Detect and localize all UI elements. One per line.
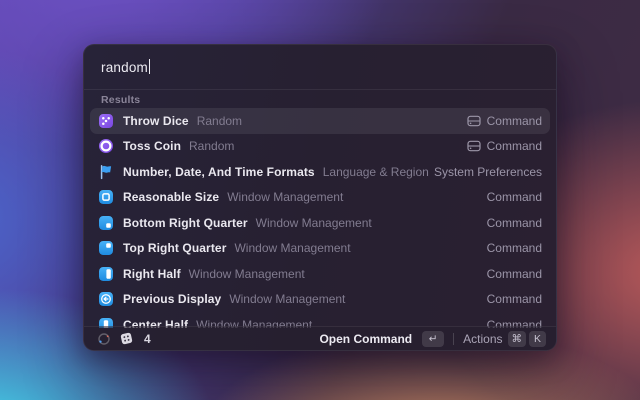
coin-icon [98,138,114,154]
result-row[interactable]: Toss Coin Random Command [90,134,550,160]
search-value: random [101,60,148,75]
dice-icon [98,113,114,129]
result-row[interactable]: Top Right Quarter Window Management Comman… [90,236,550,262]
result-type-label: Command [486,241,542,256]
result-type-label: Command [486,190,542,205]
result-title: Top Right Quarter [123,241,227,256]
window-reasonable-size-icon [98,189,114,205]
result-row[interactable]: Number, Date, And Time Formats Language &… [90,159,550,185]
drive-icon [467,139,481,153]
return-key-badge: ↵ [422,330,445,347]
k-key-badge: K [529,330,546,347]
actions-button[interactable]: Actions [463,332,502,346]
result-type-label: Command [486,215,542,230]
result-row[interactable]: Throw Dice Random Command [90,108,550,134]
result-title: Previous Display [123,292,222,307]
result-row[interactable]: Right Half Window Management Command [90,261,550,287]
results-list: Throw Dice Random Command Toss Coin Random Co… [90,108,550,328]
result-subtitle: Window Management [227,190,344,205]
result-title: Throw Dice [123,113,189,128]
result-type-label: Command [486,266,542,281]
result-subtitle: Window Management [255,215,372,230]
result-subtitle: Random [196,113,243,128]
footer-separator [453,332,455,345]
result-title: Reasonable Size [123,190,220,205]
cmd-key-badge: ⌘ [507,330,526,347]
desktop-wallpaper: random Results Throw Dice Random Command To… [0,0,640,400]
status-ring-icon [97,332,111,346]
flag-icon [98,164,114,180]
result-title: Toss Coin [123,139,182,154]
window-right-half-icon [98,266,114,282]
result-subtitle: Window Management [229,292,346,307]
result-type-label: System Preferences [433,164,542,179]
open-command-button[interactable]: Open Command [319,332,412,346]
drive-icon [467,114,481,128]
result-subtitle: Window Management [234,241,351,256]
search-input[interactable]: random [101,59,151,75]
result-subtitle: Language & Region [322,164,429,179]
text-caret [148,59,151,74]
command-palette-window: random Results Throw Dice Random Command To… [83,44,557,351]
previous-display-icon [98,291,114,307]
result-row[interactable]: Previous Display Window Management Command [90,287,550,313]
results-section-header: Results [101,94,141,106]
result-type-label: Command [486,139,542,154]
search-field[interactable]: random [84,45,556,89]
result-title: Bottom Right Quarter [123,215,248,230]
result-row[interactable]: Bottom Right Quarter Window Management Com… [90,210,550,236]
result-title: Right Half [123,266,181,281]
die-result-icon [119,331,134,346]
die-result-count: 4 [144,331,151,346]
result-row[interactable]: Reasonable Size Window Management Command [90,185,550,211]
result-subtitle: Random [189,139,235,154]
result-subtitle: Window Management [188,266,305,281]
result-type-label: Command [486,113,542,128]
window-top-right-quarter-icon [98,240,114,256]
divider [84,89,556,90]
footer-bar: 4 Open Command ↵ Actions ⌘ K [84,326,556,350]
window-bottom-right-quarter-icon [98,215,114,231]
result-type-label: Command [486,292,542,307]
result-title: Number, Date, And Time Formats [123,164,315,179]
